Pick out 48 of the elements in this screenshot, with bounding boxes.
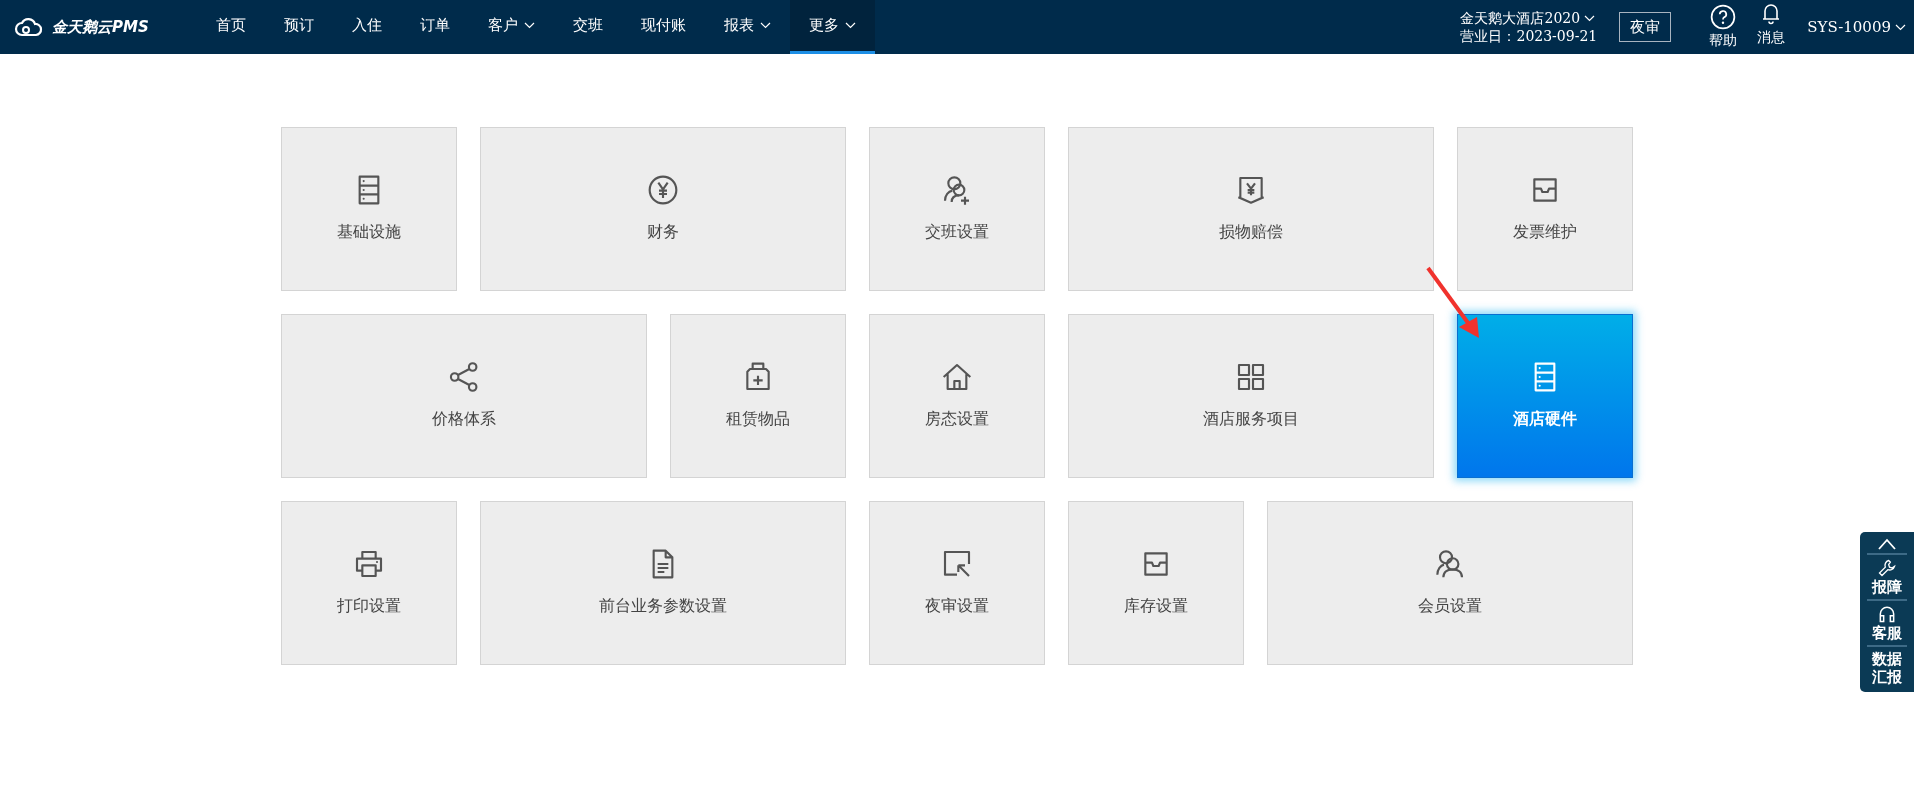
settings-tile[interactable]: 发票维护 <box>1457 127 1633 291</box>
settings-tile[interactable]: 前台业务参数设置 <box>480 501 846 665</box>
help-icon <box>1710 3 1737 30</box>
printer-icon <box>353 548 385 580</box>
settings-tile[interactable]: 基础设施 <box>281 127 457 291</box>
settings-tile[interactable]: 损物赔偿 <box>1068 127 1434 291</box>
settings-tile[interactable]: 交班设置 <box>869 127 1045 291</box>
hotel-name: 金天鹅大酒店2020 <box>1460 9 1581 27</box>
messages-button[interactable]: 消息 <box>1757 0 1786 48</box>
side-panel-link[interactable]: 数据汇报 <box>1872 650 1902 686</box>
nav-tab[interactable]: 预订 <box>264 0 333 54</box>
users-icon <box>1434 548 1466 580</box>
nav-tab[interactable]: 交班 <box>553 0 622 54</box>
settings-tile[interactable]: 库存设置 <box>1068 501 1244 665</box>
scroll-up-icon[interactable] <box>1878 538 1896 550</box>
night-audit-button[interactable]: 夜审 <box>1619 11 1672 43</box>
business-date: 营业日：2023-09-21 <box>1460 27 1598 45</box>
settings-tile[interactable]: 酒店硬件 <box>1457 314 1633 478</box>
side-panel-link[interactable]: 客服 <box>1872 624 1902 642</box>
brand-name: 金天鹅云PMS <box>52 16 149 38</box>
yen-circle-icon <box>647 174 679 206</box>
nav-tab[interactable]: 首页 <box>196 0 265 54</box>
nav-tab[interactable]: 入住 <box>332 0 401 54</box>
nav-tab[interactable]: 报表 <box>704 0 790 54</box>
settings-tile[interactable]: 房态设置 <box>869 314 1045 478</box>
nav-tab[interactable]: 更多 <box>789 0 875 54</box>
settings-tile[interactable]: 价格体系 <box>281 314 647 478</box>
help-button[interactable]: 帮助 <box>1709 3 1738 51</box>
settings-tile[interactable]: 酒店服务项目 <box>1068 314 1434 478</box>
caret-icon <box>1584 14 1596 22</box>
house-icon <box>941 361 973 393</box>
cloud-logo-icon <box>14 17 44 37</box>
settings-tile[interactable]: 打印设置 <box>281 501 457 665</box>
settings-tile[interactable]: 夜审设置 <box>869 501 1045 665</box>
grid-icon <box>1235 361 1267 393</box>
side-panel-link[interactable]: 报障 <box>1872 578 1902 596</box>
caret-icon <box>1895 23 1906 31</box>
nav-tab[interactable]: 现付账 <box>621 0 705 54</box>
user-menu[interactable]: SYS-10009 <box>1807 15 1906 39</box>
nav-tab[interactable]: 客户 <box>468 0 554 54</box>
wrench-icon <box>1877 558 1897 578</box>
yen-tag-icon <box>1235 174 1267 206</box>
settings-tile[interactable]: 财务 <box>480 127 846 291</box>
share-icon <box>448 361 480 393</box>
settings-tile[interactable]: 会员设置 <box>1267 501 1633 665</box>
settings-tile[interactable]: 租赁物品 <box>670 314 846 478</box>
nav-tab[interactable]: 订单 <box>400 0 469 54</box>
headset-icon <box>1877 604 1897 624</box>
